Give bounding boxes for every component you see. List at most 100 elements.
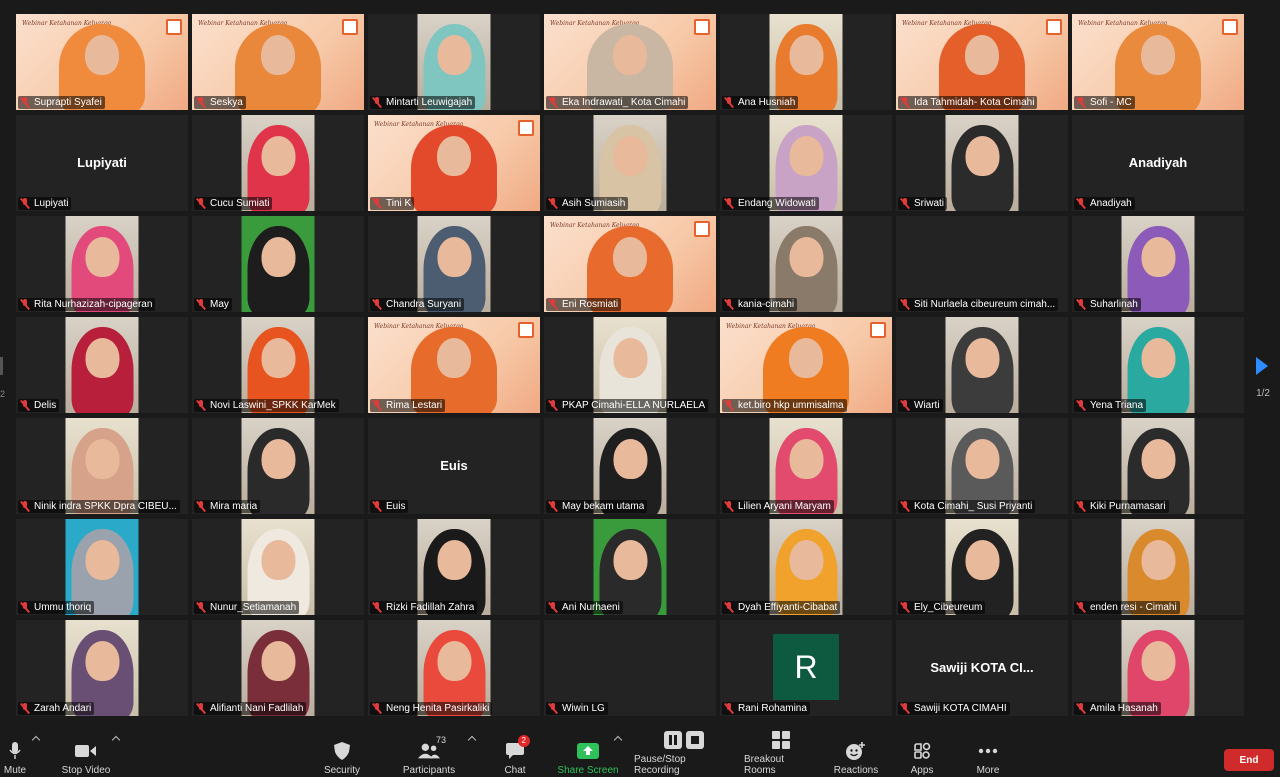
participant-tile[interactable]: Euis Euis	[368, 418, 540, 514]
participants-button[interactable]: 73 Participants	[400, 729, 458, 777]
participant-tile[interactable]: Webinar Ketahanan Keluarga Tini K	[368, 115, 540, 211]
participant-tile[interactable]: Endang Widowati	[720, 115, 892, 211]
reactions-button[interactable]: Reactions	[832, 729, 880, 777]
participant-tile[interactable]: Dyah Effiyanti-Cibabat	[720, 519, 892, 615]
participant-tile[interactable]: Ani Nurhaeni	[544, 519, 716, 615]
next-page-arrow-icon[interactable]	[1256, 357, 1268, 375]
participant-tile[interactable]: Sriwati	[896, 115, 1068, 211]
participant-tile[interactable]: Webinar Ketahanan Keluarga Seskya	[192, 14, 364, 110]
participant-tile[interactable]: Zarah Andari	[16, 620, 188, 716]
participants-options-chevron-icon[interactable]	[467, 735, 477, 745]
participant-tile[interactable]: Asih Sumiasih	[544, 115, 716, 211]
participant-tile[interactable]: Webinar Ketahanan Keluarga Sofi - MC	[1072, 14, 1244, 110]
participant-tile[interactable]: Rizki Fadillah Zahra	[368, 519, 540, 615]
pause-stop-recording-button[interactable]: Pause/Stop Recording	[634, 729, 734, 777]
muted-microphone-icon	[20, 602, 30, 613]
muted-microphone-icon	[372, 602, 382, 613]
participant-tile[interactable]: Anadiyah Anadiyah	[1072, 115, 1244, 211]
participant-tile[interactable]: Kiki Purnamasari	[1072, 418, 1244, 514]
participant-tile[interactable]: Mira maria	[192, 418, 364, 514]
mute-options-chevron-icon[interactable]	[31, 735, 41, 745]
share-screen-button[interactable]: Share Screen	[556, 729, 620, 777]
muted-microphone-icon	[900, 400, 910, 411]
participant-display-name: Lupiyati	[77, 155, 127, 170]
participant-tile[interactable]: Rita Nurhazizah-cipageran	[16, 216, 188, 312]
participant-name-bar: Nunur_Setiamanah	[194, 601, 300, 614]
participant-tile[interactable]: Alifianti Nani Fadlilah	[192, 620, 364, 716]
participant-name-bar: Dyah Effiyanti-Cibabat	[722, 601, 841, 614]
participant-name-bar: Eka Indrawati_ Kota Cimahi	[546, 96, 689, 109]
pks-logo-icon	[518, 322, 534, 338]
stop-video-button[interactable]: Stop Video	[58, 729, 114, 777]
chat-button[interactable]: 2 Chat	[500, 729, 530, 777]
participant-tile[interactable]: Wiarti	[896, 317, 1068, 413]
participant-tile[interactable]: Webinar Ketahanan Keluarga Eni Rosmiati	[544, 216, 716, 312]
person-face	[1141, 540, 1175, 581]
participant-tile[interactable]: Novi Laswini_SPKK KarMek	[192, 317, 364, 413]
participant-name: Ida Tahmidah- Kota Cimahi	[914, 97, 1035, 108]
participant-tile[interactable]: Sawiji KOTA CI... Sawiji KOTA CIMAHI	[896, 620, 1068, 716]
participant-tile[interactable]: Delis	[16, 317, 188, 413]
previous-page-edge[interactable]	[0, 357, 3, 375]
participant-tile[interactable]: Chandra Suryani	[368, 216, 540, 312]
participant-tile[interactable]: Webinar Ketahanan Keluarga Eka Indrawati_…	[544, 14, 716, 110]
participant-tile[interactable]: Amila Hasanah	[1072, 620, 1244, 716]
participant-name-bar: Cucu Sumiati	[194, 197, 273, 210]
participant-tile[interactable]: Wiwin LG	[544, 620, 716, 716]
muted-microphone-icon	[20, 400, 30, 411]
participant-tile[interactable]: Kota Cimahi_ Susi Priyanti	[896, 418, 1068, 514]
participant-tile[interactable]: Yena Triana	[1072, 317, 1244, 413]
participant-name-bar: kania-cimahi	[722, 298, 798, 311]
participant-name-bar: Lupiyati	[18, 197, 72, 210]
participant-name-bar: Yena Triana	[1074, 399, 1147, 412]
participant-name: Yena Triana	[1090, 400, 1144, 411]
participant-tile[interactable]: Cucu Sumiati	[192, 115, 364, 211]
security-button[interactable]: Security	[320, 729, 364, 777]
participant-tile[interactable]: Suharlinah	[1072, 216, 1244, 312]
participant-name: enden resi - Cimahi	[1090, 602, 1177, 613]
participant-tile[interactable]: enden resi - Cimahi	[1072, 519, 1244, 615]
participant-tile[interactable]: Ely_Cibeureum	[896, 519, 1068, 615]
participant-tile[interactable]: Ninik indra SPKK Dpra CIBEU...	[16, 418, 188, 514]
participant-name: Wiarti	[914, 400, 940, 411]
avatar: R	[773, 634, 839, 700]
participant-tile[interactable]: May bekam utama	[544, 418, 716, 514]
participant-tile[interactable]: R Rani Rohamina	[720, 620, 892, 716]
participant-tile[interactable]: Neng Henita Pasirkaliki	[368, 620, 540, 716]
person-face	[965, 136, 999, 177]
participant-tile[interactable]: PKAP Cimahi-ELLA NURLAELA	[544, 317, 716, 413]
participant-tile[interactable]: Mintarti Leuwigajah	[368, 14, 540, 110]
zoom-meeting-window: Webinar Ketahanan Keluarga Suprapti Syafe…	[0, 0, 1280, 777]
muted-microphone-icon	[20, 501, 30, 512]
muted-microphone-icon	[724, 97, 734, 108]
participant-tile[interactable]: May	[192, 216, 364, 312]
apps-button[interactable]: Apps	[904, 729, 940, 777]
more-button[interactable]: More	[970, 729, 1006, 777]
participant-tile[interactable]: Ummu thoriq	[16, 519, 188, 615]
participant-tile[interactable]: Lupiyati Lupiyati	[16, 115, 188, 211]
person-face	[965, 35, 999, 76]
muted-microphone-icon	[548, 97, 558, 108]
person-face	[85, 338, 119, 379]
participant-tile[interactable]: Webinar Ketahanan Keluarga Suprapti Syafe…	[16, 14, 188, 110]
mute-button[interactable]: Mute	[0, 729, 30, 777]
participant-name: Mintarti Leuwigajah	[386, 97, 473, 108]
participant-tile[interactable]: Webinar Ketahanan Keluarga Rima Lestari	[368, 317, 540, 413]
person-face	[613, 136, 647, 177]
participant-tile[interactable]: Lilien Aryani Maryam	[720, 418, 892, 514]
participant-tile[interactable]: Webinar Ketahanan Keluarga ket.biro hkp u…	[720, 317, 892, 413]
end-meeting-button[interactable]: End	[1224, 749, 1274, 771]
muted-microphone-icon	[372, 501, 382, 512]
participant-name-bar: Ida Tahmidah- Kota Cimahi	[898, 96, 1038, 109]
participant-tile[interactable]: Ana Husniah	[720, 14, 892, 110]
muted-microphone-icon	[196, 400, 206, 411]
person-face	[789, 338, 823, 379]
microphone-icon	[4, 741, 26, 761]
participant-tile[interactable]: Webinar Ketahanan Keluarga Ida Tahmidah- …	[896, 14, 1068, 110]
participant-tile[interactable]: Siti Nurlaela cibeureum cimah...	[896, 216, 1068, 312]
person-face	[789, 136, 823, 177]
breakout-rooms-button[interactable]: Breakout Rooms	[744, 729, 818, 777]
participant-tile[interactable]: Nunur_Setiamanah	[192, 519, 364, 615]
person-face	[85, 35, 119, 76]
participant-tile[interactable]: kania-cimahi	[720, 216, 892, 312]
